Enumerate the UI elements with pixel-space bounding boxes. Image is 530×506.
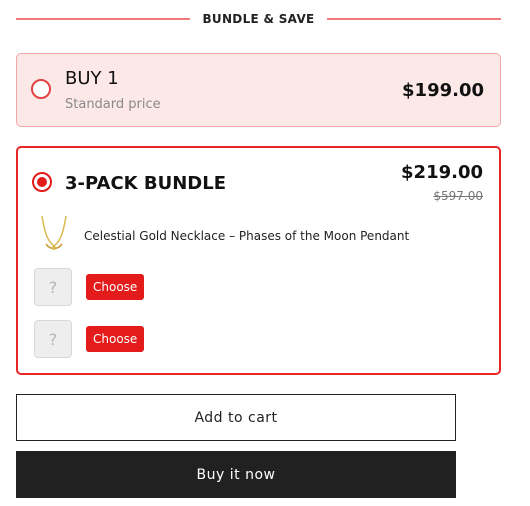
- option-title: 3-PACK BUNDLE: [65, 173, 226, 194]
- option-3-pack-bundle[interactable]: 3-PACK BUNDLE $219.00 $597.00 Celestial …: [16, 146, 501, 375]
- add-to-cart-button[interactable]: Add to cart: [16, 394, 456, 441]
- radio-selected-dot: [37, 177, 47, 187]
- option-title: BUY 1: [65, 68, 119, 89]
- option-subtitle: Standard price: [65, 97, 161, 112]
- radio-3-pack-bundle[interactable]: [32, 172, 52, 192]
- choose-button[interactable]: Choose: [86, 274, 145, 300]
- compare-at-price: $597.00: [433, 189, 483, 203]
- choose-button[interactable]: Choose: [86, 326, 145, 352]
- option-price: $219.00: [401, 162, 483, 183]
- divider-line-right: [326, 18, 501, 20]
- placeholder-question-icon: ?: [34, 268, 72, 306]
- bundle-divider: BUNDLE & SAVE: [16, 8, 501, 30]
- option-buy-1[interactable]: BUY 1 Standard price $199.00: [16, 53, 501, 127]
- bundle-heading: BUNDLE & SAVE: [202, 12, 315, 26]
- option-price: $199.00: [402, 80, 484, 101]
- bundle-item-name: Celestial Gold Necklace – Phases of the …: [84, 229, 410, 243]
- buy-it-now-button[interactable]: Buy it now: [16, 451, 456, 498]
- necklace-image: [41, 215, 67, 250]
- divider-line-left: [16, 18, 191, 20]
- radio-buy-1[interactable]: [31, 79, 51, 99]
- placeholder-question-icon: ?: [34, 320, 72, 358]
